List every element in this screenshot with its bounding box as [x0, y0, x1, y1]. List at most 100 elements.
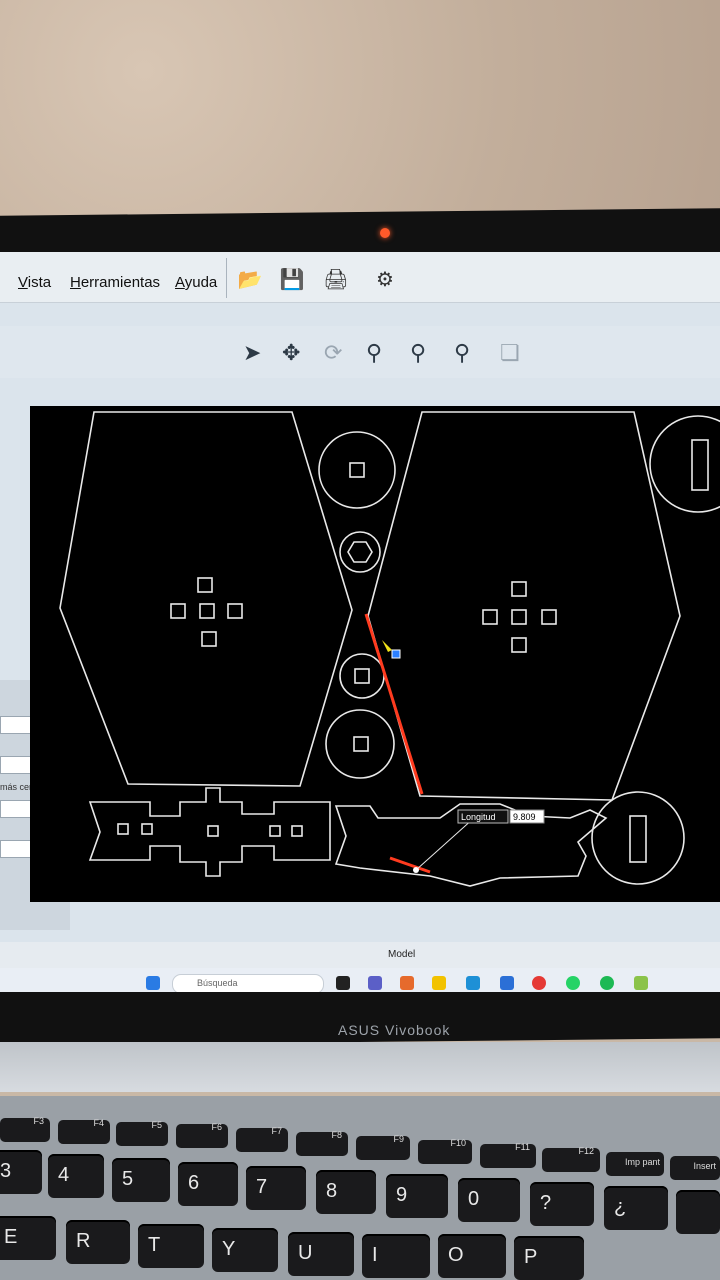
pointer-icon[interactable]: ➤	[243, 340, 261, 366]
file-explorer-icon[interactable]	[432, 976, 446, 990]
fkey[interactable]: F11	[480, 1142, 536, 1168]
key[interactable]: 5	[112, 1158, 170, 1202]
wall-background	[0, 0, 720, 235]
menu-separator	[226, 258, 227, 298]
view-toolbar: ➤ ✥ ⟳ ⚲ ⚲ ⚲ ❏	[0, 326, 720, 378]
key[interactable]: P	[514, 1236, 584, 1280]
cursor-icon	[382, 640, 392, 652]
layers-icon[interactable]: ❏	[500, 340, 520, 366]
menu-ayuda[interactable]: Ayuda	[175, 274, 217, 291]
screen: Vista Herramientas Ayuda 📂 💾 🖨 ⚙ ➤ ✥ ⟳ ⚲…	[0, 252, 720, 992]
print-icon[interactable]: 🖨	[323, 266, 349, 292]
key[interactable]: T	[138, 1224, 204, 1268]
open-folder-icon[interactable]: 📂	[237, 266, 263, 292]
key[interactable]: ?	[530, 1182, 594, 1226]
snap-marker	[391, 649, 401, 659]
hole	[349, 462, 365, 478]
settings-icon[interactable]: ⚙	[372, 266, 398, 292]
key[interactable]: 6	[178, 1162, 238, 1206]
move-icon[interactable]: ✥	[282, 340, 300, 366]
hole	[354, 668, 370, 684]
hole	[117, 823, 129, 835]
fkey[interactable]: F5	[116, 1120, 168, 1146]
task-view-icon[interactable]	[336, 976, 350, 990]
key[interactable]: I	[362, 1234, 430, 1278]
edge-icon[interactable]	[466, 976, 480, 990]
measure-label: Longitud	[461, 812, 496, 822]
teams-icon[interactable]	[368, 976, 382, 990]
key[interactable]: 4	[48, 1154, 104, 1198]
selected-edge-lower[interactable]	[389, 856, 431, 874]
save-icon[interactable]: 💾	[279, 266, 305, 292]
fkey[interactable]: Insert	[670, 1156, 720, 1180]
laptop-hinge	[0, 1042, 720, 1092]
edge-disc-bottom	[591, 791, 685, 885]
fkey[interactable]: F9	[356, 1134, 410, 1160]
key[interactable]: O	[438, 1234, 506, 1278]
key[interactable]: R	[66, 1220, 130, 1264]
fkey[interactable]: F6	[176, 1122, 228, 1148]
spotify-icon[interactable]	[600, 976, 614, 990]
key[interactable]: ¿	[604, 1186, 668, 1230]
key[interactable]: U	[288, 1232, 354, 1276]
zoom-icon[interactable]: ⚲	[454, 340, 470, 366]
octagon-hole	[347, 541, 373, 563]
fkey[interactable]: F3	[0, 1116, 50, 1142]
key[interactable]: 7	[246, 1166, 306, 1210]
key[interactable]: E	[0, 1216, 56, 1260]
fkey[interactable]: Imp pant	[606, 1152, 664, 1176]
model-tab[interactable]: Model	[388, 949, 415, 960]
search-placeholder: Búsqueda	[197, 978, 238, 988]
whatsapp-icon[interactable]	[566, 976, 580, 990]
key[interactable]: 3	[0, 1150, 42, 1194]
hole	[170, 603, 186, 619]
key[interactable]	[676, 1190, 720, 1234]
hole	[199, 603, 215, 619]
middle-disc-small	[339, 531, 381, 573]
key[interactable]: 8	[316, 1170, 376, 1214]
hole	[511, 637, 527, 653]
store-icon[interactable]	[500, 976, 514, 990]
key[interactable]: Y	[212, 1228, 278, 1272]
zoom-window-icon[interactable]: ⚲	[410, 340, 426, 366]
key[interactable]: 9	[386, 1174, 448, 1218]
menu-herramientas[interactable]: Herramientas	[70, 274, 160, 291]
fkey[interactable]: F12	[542, 1146, 600, 1172]
right-hexagon-part	[367, 411, 681, 801]
hole	[227, 603, 243, 619]
key[interactable]: 0	[458, 1178, 520, 1222]
model-tab-bar: Model	[0, 942, 720, 968]
zoom-in-icon[interactable]: ⚲	[366, 340, 382, 366]
selected-edge[interactable]	[364, 613, 424, 795]
fkey[interactable]: F4	[58, 1118, 110, 1144]
measure-tooltip: Longitud 9.809	[457, 809, 545, 824]
hole	[141, 823, 153, 835]
middle-disc	[318, 431, 396, 509]
fkey[interactable]: F7	[236, 1126, 288, 1152]
fkey[interactable]: F10	[418, 1138, 472, 1164]
hole	[291, 825, 303, 837]
menu-bar: Vista Herramientas Ayuda 📂 💾 🖨 ⚙	[0, 252, 720, 303]
dimension-leader	[415, 817, 475, 871]
hole	[207, 825, 219, 837]
app-icon[interactable]	[634, 976, 648, 990]
taskbar-search[interactable]: Búsqueda	[172, 974, 324, 992]
hole	[511, 581, 527, 597]
bracket-part-left	[88, 787, 331, 877]
windows-taskbar: Búsqueda	[0, 968, 720, 992]
hole	[353, 736, 369, 752]
menu-vista[interactable]: Vista	[18, 274, 51, 291]
left-hexagon-part	[59, 411, 353, 787]
copilot-icon[interactable]	[400, 976, 414, 990]
laptop-brand: ASUS Vivobook	[338, 1022, 451, 1038]
hole	[511, 609, 527, 625]
middle-disc-small	[339, 653, 385, 699]
rotate-icon[interactable]: ⟳	[324, 340, 342, 366]
hole	[269, 825, 281, 837]
chrome-icon[interactable]	[532, 976, 546, 990]
hole	[541, 609, 557, 625]
slot	[629, 815, 647, 863]
drawing-canvas[interactable]: Longitud 9.809	[30, 406, 720, 902]
fkey[interactable]: F8	[296, 1130, 348, 1156]
start-icon[interactable]	[146, 976, 160, 990]
